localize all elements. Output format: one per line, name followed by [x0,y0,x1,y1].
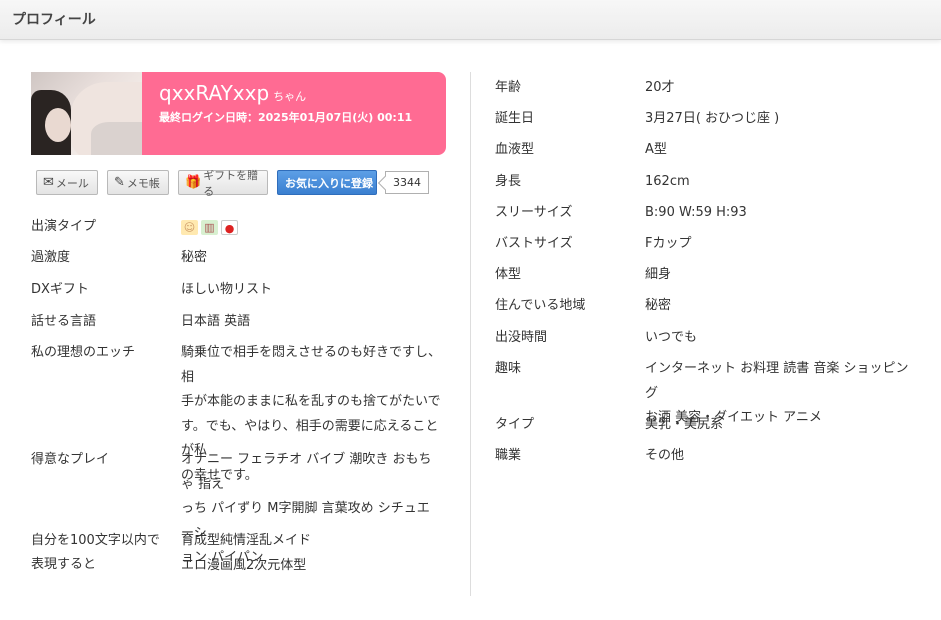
row-value: 3月27日( おひつじ座 ) [645,111,780,126]
row-value: 美乳・美尻系 [645,417,724,432]
wishlist-link[interactable]: ほしい物リスト [181,278,441,303]
mail-button-label: メール [55,176,89,190]
performer-name-text: qxxRAYxxp [159,81,270,105]
face-icon[interactable]: ☺ [181,219,198,235]
row-label: 趣味 [495,361,522,376]
row-label: 過激度 [31,250,71,265]
row-value: 20才 [645,80,675,95]
row-label: 職業 [495,448,522,463]
gift-button[interactable]: 🎁 ギフトを贈る [178,169,268,198]
row-value: 秘密 [645,298,672,313]
row-value: 日本語 英語 [181,314,251,329]
row-value: 162cm [645,174,690,189]
value-line: インターネット お料理 読書 音楽 ショッピング [645,361,909,401]
row-label: 出没時間 [495,330,548,345]
row-label: 話せる言語 [31,314,97,329]
memo-button-label: メモ帳 [126,176,160,190]
value-line: エロ漫画風2次元体型 [181,557,307,573]
value-line: 育成型純情淫乱メイド [181,533,312,548]
row-value: ☺ ▥ ● [181,215,441,239]
row-label: 年齢 [495,80,522,95]
value-line: 騎乗位で相手を悶えさせるのも好きですし、相 [181,345,442,385]
gift-icon: 🎁 [185,175,202,190]
favorite-count: 3344 [385,171,429,194]
last-login: 最終ログイン日時：2025年01月07日(火) 00:11 [159,111,413,124]
row-value: A型 [645,142,667,157]
row-label: 血液型 [495,142,535,157]
japan-flag-icon[interactable]: ● [221,219,238,235]
row-label: スリーサイズ [495,205,573,220]
page-title: プロフィール [12,12,96,28]
favorite-button-label: お気に入りに登録 [285,176,373,190]
value-line: オナニー フェラチオ バイブ 潮吹き おもちゃ 指え [181,452,432,492]
row-label: バストサイズ [495,236,573,251]
label-line: 自分を100文字以内で [31,533,160,548]
memo-button[interactable]: ✎ メモ帳 [107,170,169,195]
label-line: 表現すると [31,557,97,572]
profile-photo[interactable] [31,72,142,155]
honorific: ちゃん [273,90,307,103]
row-value: Fカップ [645,236,692,251]
row-label: 自分を100文字以内で 表現すると [31,529,171,577]
favorite-button[interactable]: お気に入りに登録 [277,170,377,195]
row-value: 育成型純情淫乱メイド エロ漫画風2次元体型 [181,529,441,578]
row-label: 私の理想のエッチ [31,345,136,360]
row-label: タイプ [495,417,535,432]
performer-name: qxxRAYxxp ちゃん [159,81,306,105]
profile-banner: qxxRAYxxp ちゃん 最終ログイン日時：2025年01月07日(火) 00:… [142,72,446,155]
row-value: 細身 [645,267,672,282]
edit-icon: ✎ [114,175,125,190]
mail-button[interactable]: ✉ メール [36,170,98,195]
column-divider [470,72,471,596]
row-label: DXギフト [31,282,89,297]
gift-button-label: ギフトを贈る [203,168,259,198]
row-value: その他 [645,448,685,463]
envelope-icon: ✉ [43,175,54,190]
profile-card: qxxRAYxxp ちゃん 最終ログイン日時：2025年01月07日(火) 00:… [31,72,446,155]
row-label: 体型 [495,267,522,282]
row-value: B:90 W:59 H:93 [645,205,747,220]
row-label: 身長 [495,174,522,189]
row-value: 秘密 [181,250,208,265]
row-label: 出演タイプ [31,219,97,234]
row-label: 誕生日 [495,111,535,126]
page-header: プロフィール [0,0,941,40]
value-line: 手が本能のままに私を乱すのも捨てがたいで [181,394,441,409]
row-value: いつでも [645,330,698,345]
row-label: 住んでいる地域 [495,298,586,313]
books-icon[interactable]: ▥ [201,219,218,235]
row-label: 得意なプレイ [31,452,110,467]
